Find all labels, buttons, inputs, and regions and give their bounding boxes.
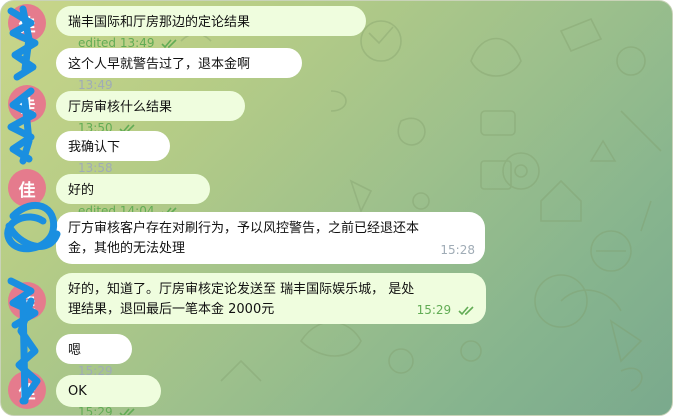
message-bubble[interactable]: 好的，知道了。厅房审核定论发送至 瑞丰国际娱乐城， 是处理结果，退回最后一笔本金… (56, 273, 486, 324)
chat-area[interactable]: 佳 佳 佳 佳 佳 瑞丰国际和厅房那边的定论结果 edited 13:49 这个… (0, 0, 673, 416)
message-time: 15:29 (78, 405, 113, 416)
message-text: 厅方审核客户存在对刷行为，予以风控警告，之前已经退还本金，其他的无法处理 (68, 221, 420, 256)
avatar[interactable]: 佳 (8, 4, 46, 42)
message-bubble[interactable]: 这个人早就警告过了，退本金啊 13:49 (56, 48, 302, 92)
message-bubble[interactable]: 嗯 15:29 (56, 334, 132, 378)
avatar[interactable]: 佳 (8, 169, 46, 207)
message-text: 瑞丰国际和厅房那边的定论结果 (68, 15, 251, 30)
message-text: 好的，知道了。厅房审核定论发送至 瑞丰国际娱乐城， 是处理结果，退回最后一笔本金… (68, 282, 415, 317)
message-text: 我确认下 (68, 140, 121, 155)
message-bubble[interactable]: 厅方审核客户存在对刷行为，予以风控警告，之前已经退还本金，其他的无法处理 15:… (56, 212, 485, 264)
message-bubble[interactable]: 瑞丰国际和厅房那边的定论结果 edited 13:49 (56, 6, 366, 50)
message-text: 好的 (68, 183, 95, 198)
message-text: 嗯 (68, 343, 82, 358)
message-bubble[interactable]: 厅房审核什么结果 13:50 (56, 91, 245, 135)
message-bubble[interactable]: OK 15:29 (56, 375, 161, 415)
message-text: 这个人早就警告过了，退本金啊 (68, 57, 251, 72)
message-text: OK (68, 384, 87, 399)
message-time: 15:29 (416, 303, 452, 317)
double-check-icon (458, 305, 474, 315)
double-check-icon (119, 407, 135, 415)
message-meta: 15:29 (78, 402, 137, 416)
avatar[interactable]: 佳 (8, 85, 46, 123)
avatar[interactable]: 佳 (8, 371, 46, 409)
message-bubble[interactable]: 好的 edited 14:04 (56, 174, 210, 218)
message-meta: 15:29 (417, 300, 476, 320)
message-time: 15:28 (440, 243, 475, 257)
double-check-icon (161, 38, 177, 48)
avatar[interactable]: 佳 (8, 282, 46, 320)
message-text: 厅房审核什么结果 (68, 100, 173, 115)
message-bubble[interactable]: 我确认下 13:58 (56, 131, 170, 175)
